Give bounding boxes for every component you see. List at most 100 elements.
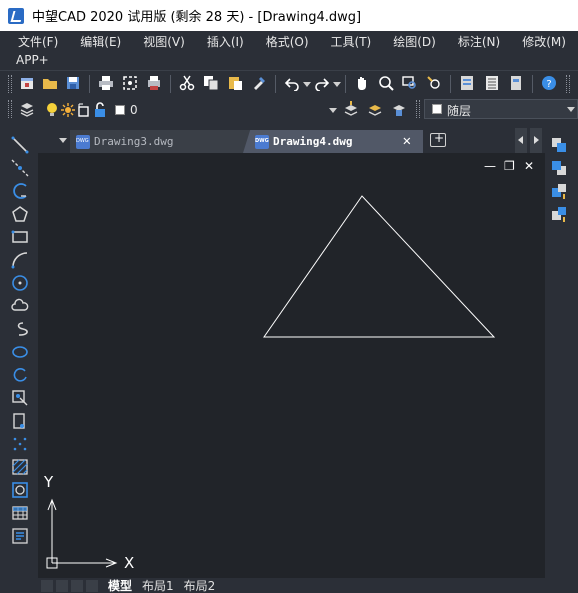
previous-layout-button[interactable] — [56, 579, 68, 592]
layout-tab-layout2[interactable]: 布局2 — [184, 577, 216, 593]
layout-tab-model[interactable]: 模型 — [108, 577, 132, 593]
menu-draw[interactable]: 绘图(D) — [393, 33, 436, 50]
dwg-file-icon — [76, 134, 90, 149]
layer-state-icon[interactable] — [391, 101, 407, 117]
ellipse-icon[interactable] — [11, 343, 29, 361]
next-layout-button[interactable] — [71, 579, 83, 592]
triangle-entity[interactable] — [263, 195, 496, 338]
tab-close-icon[interactable]: ✕ — [403, 133, 411, 149]
color-swatch — [432, 104, 442, 114]
layers-toolbar: 0 随层 — [0, 97, 578, 123]
send-to-back-icon[interactable] — [550, 159, 568, 177]
color-dropdown-arrow-icon[interactable] — [567, 107, 575, 112]
make-block-icon[interactable] — [11, 412, 29, 430]
ucs-x-label: X — [124, 554, 135, 572]
table-icon[interactable] — [11, 504, 29, 522]
line-tool-icon[interactable] — [11, 136, 29, 154]
zoom-realtime-icon[interactable] — [378, 75, 394, 91]
open-folder-icon[interactable] — [42, 75, 58, 91]
title-bar: 中望CAD 2020 试用版 (剩余 28 天) - [Drawing4.dwg… — [0, 0, 578, 31]
layer-previous-icon[interactable] — [367, 101, 383, 117]
layout-tab-layout1[interactable]: 布局1 — [142, 577, 174, 593]
tab-drawing4[interactable]: Drawing4.dwg ✕ — [243, 130, 423, 153]
toolbar-grip[interactable] — [8, 75, 12, 93]
properties-icon[interactable] — [459, 75, 475, 91]
bring-to-front-icon[interactable] — [550, 136, 568, 154]
multiline-text-icon[interactable] — [11, 527, 29, 545]
point-icon[interactable] — [11, 435, 29, 453]
new-file-icon[interactable] — [19, 75, 35, 91]
toolbar-grip-end[interactable] — [566, 75, 570, 93]
menu-dimension[interactable]: 标注(N) — [458, 33, 500, 50]
insert-block-icon[interactable] — [11, 389, 29, 407]
tab-list-dropdown-icon[interactable] — [59, 138, 67, 143]
ucs-icon — [46, 498, 118, 569]
region-icon[interactable] — [11, 481, 29, 499]
layer-viewport-icon[interactable] — [78, 103, 90, 117]
paste-icon[interactable] — [227, 75, 243, 91]
layers-toolbar-grip[interactable] — [8, 100, 12, 118]
zoom-previous-icon[interactable] — [426, 75, 442, 91]
undo-icon[interactable] — [284, 75, 300, 91]
save-icon[interactable] — [65, 75, 81, 91]
menu-file[interactable]: 文件(F) — [18, 33, 58, 50]
redo-icon[interactable] — [314, 75, 330, 91]
ellipse-arc-icon[interactable] — [11, 366, 29, 384]
drawing-canvas[interactable]: — ❐ ✕ Y X — [38, 153, 545, 578]
print-preview-icon[interactable] — [122, 75, 138, 91]
menu-format[interactable]: 格式(O) — [266, 33, 309, 50]
polyline-icon[interactable] — [11, 182, 29, 200]
make-object-layer-current-icon[interactable] — [343, 101, 359, 117]
send-under-icon[interactable] — [550, 205, 568, 223]
layer-thaw-sun-icon[interactable] — [61, 103, 75, 117]
properties-toolbar-grip[interactable] — [416, 100, 420, 118]
arc-icon[interactable] — [11, 251, 29, 269]
layer-manager-icon[interactable] — [19, 101, 35, 117]
layer-dropdown[interactable]: 0 — [40, 100, 340, 120]
match-properties-icon[interactable] — [251, 75, 267, 91]
tab-scroll-right-button[interactable] — [530, 128, 542, 153]
color-dropdown[interactable]: 随层 — [424, 99, 578, 119]
hatch-icon[interactable] — [11, 458, 29, 476]
layer-color-swatch — [115, 105, 125, 115]
circle-icon[interactable] — [11, 274, 29, 292]
layer-dropdown-arrow-icon[interactable] — [329, 108, 337, 113]
menu-app-plus[interactable]: APP+ — [16, 53, 49, 67]
tool-palettes-icon[interactable] — [508, 75, 524, 91]
bring-above-icon[interactable] — [550, 182, 568, 200]
help-icon[interactable]: ? — [541, 75, 557, 91]
print-icon[interactable] — [98, 75, 114, 91]
last-layout-button[interactable] — [86, 579, 98, 592]
construction-line-icon[interactable] — [11, 159, 29, 177]
layout-tab-bar: 模型 布局1 布局2 — [38, 578, 545, 593]
rectangle-icon[interactable] — [11, 228, 29, 246]
first-layout-button[interactable] — [41, 579, 53, 592]
tab-drawing4-label: Drawing4.dwg — [273, 135, 353, 148]
menu-row-1: 文件(F) 编辑(E) 视图(V) 插入(I) 格式(O) 工具(T) 绘图(D… — [0, 32, 578, 51]
menu-bar: 文件(F) 编辑(E) 视图(V) 插入(I) 格式(O) 工具(T) 绘图(D… — [0, 31, 578, 69]
menu-tools[interactable]: 工具(T) — [331, 33, 372, 50]
menu-insert[interactable]: 插入(I) — [207, 33, 244, 50]
pan-hand-icon[interactable] — [354, 75, 370, 91]
tab-scroll-left-button[interactable] — [515, 128, 527, 153]
new-tab-button[interactable] — [430, 131, 446, 147]
layer-unlock-icon[interactable] — [93, 102, 107, 118]
menu-modify[interactable]: 修改(M) — [522, 33, 566, 50]
plot-icon[interactable] — [146, 75, 162, 91]
polygon-icon[interactable] — [11, 205, 29, 223]
menu-edit[interactable]: 编辑(E) — [80, 33, 121, 50]
undo-dropdown-icon[interactable] — [303, 82, 311, 87]
standard-toolbar: ? — [0, 70, 578, 96]
draw-order-toolbar — [545, 128, 575, 228]
redo-dropdown-icon[interactable] — [333, 82, 341, 87]
spline-icon[interactable] — [11, 320, 29, 338]
menu-view[interactable]: 视图(V) — [143, 33, 185, 50]
copy-icon[interactable] — [203, 75, 219, 91]
revision-cloud-icon[interactable] — [11, 297, 29, 315]
ucs-y-label: Y — [44, 473, 54, 491]
design-center-icon[interactable] — [484, 75, 500, 91]
zoom-window-icon[interactable] — [402, 75, 418, 91]
layer-on-bulb-icon[interactable] — [45, 102, 59, 118]
drawing-svg — [46, 195, 496, 569]
cut-icon[interactable] — [179, 75, 195, 91]
